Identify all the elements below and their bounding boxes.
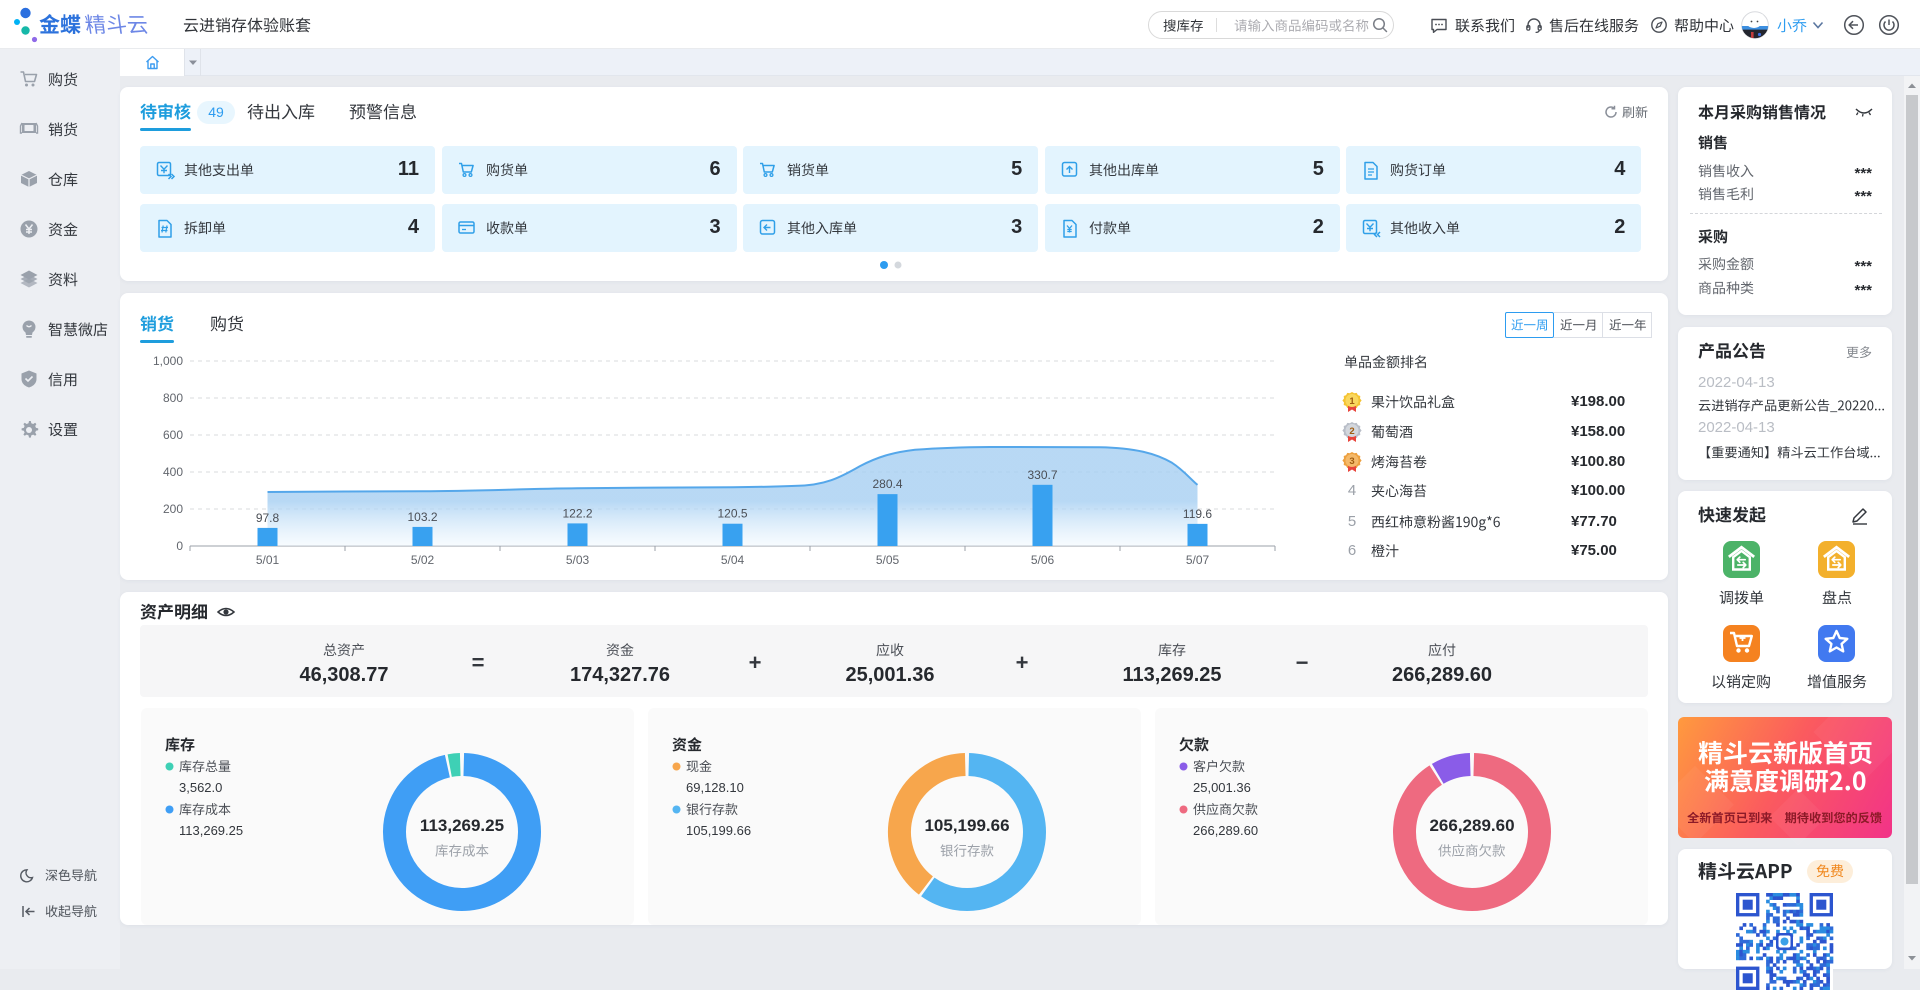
svg-text:600: 600	[163, 428, 183, 442]
svg-text:5/05: 5/05	[876, 553, 900, 567]
svg-text:1: 1	[1349, 396, 1355, 407]
svg-text:5/01: 5/01	[256, 553, 280, 567]
svg-text:5/06: 5/06	[1031, 553, 1055, 567]
svg-text:103.2: 103.2	[407, 510, 437, 524]
svg-text:330.7: 330.7	[1027, 468, 1057, 482]
svg-text:2: 2	[1349, 426, 1354, 437]
svg-text:800: 800	[163, 391, 183, 405]
svg-text:0: 0	[176, 539, 183, 553]
svg-text:1,000: 1,000	[153, 354, 183, 368]
svg-text:97.8: 97.8	[256, 511, 280, 525]
svg-text:119.6: 119.6	[1183, 507, 1212, 521]
svg-text:400: 400	[163, 465, 183, 479]
svg-text:5/03: 5/03	[566, 553, 590, 567]
svg-text:5/07: 5/07	[1186, 553, 1210, 567]
svg-text:280.4: 280.4	[872, 477, 902, 491]
svg-text:122.2: 122.2	[562, 506, 592, 520]
svg-text:120.5: 120.5	[717, 507, 747, 521]
svg-text:3: 3	[1349, 456, 1354, 467]
svg-text:5/04: 5/04	[721, 553, 745, 567]
svg-text:200: 200	[163, 502, 183, 516]
svg-text:5/02: 5/02	[411, 553, 435, 567]
